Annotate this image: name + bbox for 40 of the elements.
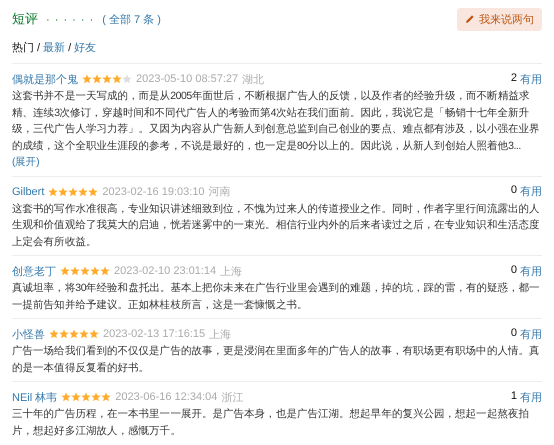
useful-count: 0 (510, 264, 517, 278)
review-text: 三十年的广告历程，在一本书里一一展开。是广告本身，也是广告江湖。想起早年的复兴公园，想起一起熬夜拍片，想起好多江湖故人，感慨万千。 (12, 407, 530, 438)
dotted-leader: · · · · · · (46, 14, 94, 26)
review-text: 广告一场给我们看到的不仅仅是广告的故事，更是浸润在里面多年的广告人的故事，有职场更有职场中的人情。真的是一本值得反复看的好书。 (12, 344, 541, 376)
review-text: 真诚坦率，将30年经验和盘托出。基本上把你未来在广告行业里会遇到的难题，掉的坑，踩的雷，有的疑惑，都一一提前告知并给予建议。正如林桂枝所言，这是一套慷慨之书。 (12, 281, 541, 312)
username-link[interactable]: 偶就是那个鬼 (12, 72, 78, 86)
review-time: 2023-02-10 23:01:14 (114, 265, 216, 277)
sort-tab[interactable]: 好友 (74, 40, 96, 55)
review-time: 2023-02-13 17:16:15 (103, 328, 206, 340)
review-text: 这套书并不是一天写成的，而是从2005年面世后，不断根据广告人的反馈，以及作者的经验升级，而不断精益求精、连续3次修订，穿越时间和不同代广告人的考验而第4次站在我们面前。因此，我说它是「畅销十七年全新升级，三代广告人学习力荐」。又因为内容从广告新人到创意总监到自己创业的要点、难点都有涉及，以小强在业界的成绩，这个全职业生涯段的参考，不说是最好的，也一定是80分以上的。因此说，从新人到创始人照着他3... (展开) (12, 89, 541, 170)
username-link[interactable]: Gilbert (12, 186, 44, 198)
useful-link[interactable]: 有用 (520, 264, 542, 278)
separator-slash: / (37, 42, 40, 54)
review-time: 2023-02-16 19:03:10 (102, 186, 205, 198)
review-time: 2023-05-10 08:57:27 (136, 73, 238, 85)
review-text: 这套书的写作水准很高，专业知识讲述细致到位，不愧为过来人的传道授业之作。同时，作者字里行间流露出的人生观和价值观给了我莫大的启迪，恍若迷雾中的一束光。相信行业内外的后来者读过之后，在专业知识和生活态度上定会有所收益。 (12, 202, 541, 250)
useful-count: 2 (510, 72, 517, 86)
review-location: 上海 (220, 264, 242, 278)
username-link[interactable]: 创意老丁 (12, 264, 56, 278)
section-title: 短评 (12, 10, 38, 28)
useful-count: 0 (510, 326, 517, 340)
review-location: 浙江 (221, 390, 244, 404)
expand-link[interactable]: (展开) (12, 156, 40, 168)
review-location: 上海 (209, 328, 232, 342)
useful-link[interactable]: 有用 (520, 390, 542, 404)
write-review-button[interactable]: 我来说两句 (457, 8, 542, 30)
useful-count: 0 (510, 184, 517, 198)
useful-link[interactable]: 有用 (520, 326, 542, 342)
separator-slash: / (68, 42, 72, 54)
useful-link[interactable]: 有用 (520, 72, 542, 86)
review-location: 湖北 (242, 72, 264, 86)
review-time: 2023-06-16 12:34:04 (115, 391, 218, 403)
useful-link[interactable]: 有用 (520, 184, 542, 199)
sort-tab[interactable]: 最新 (43, 40, 66, 55)
review-location: 河南 (208, 185, 231, 199)
sort-tab[interactable]: 热门 (12, 40, 34, 55)
all-reviews-link[interactable]: ( 全部 7 条 ) (102, 12, 161, 27)
username-link[interactable]: NEil 林韦 (12, 390, 58, 404)
useful-count: 1 (510, 390, 517, 404)
username-link[interactable]: 小怪兽 (12, 326, 45, 342)
